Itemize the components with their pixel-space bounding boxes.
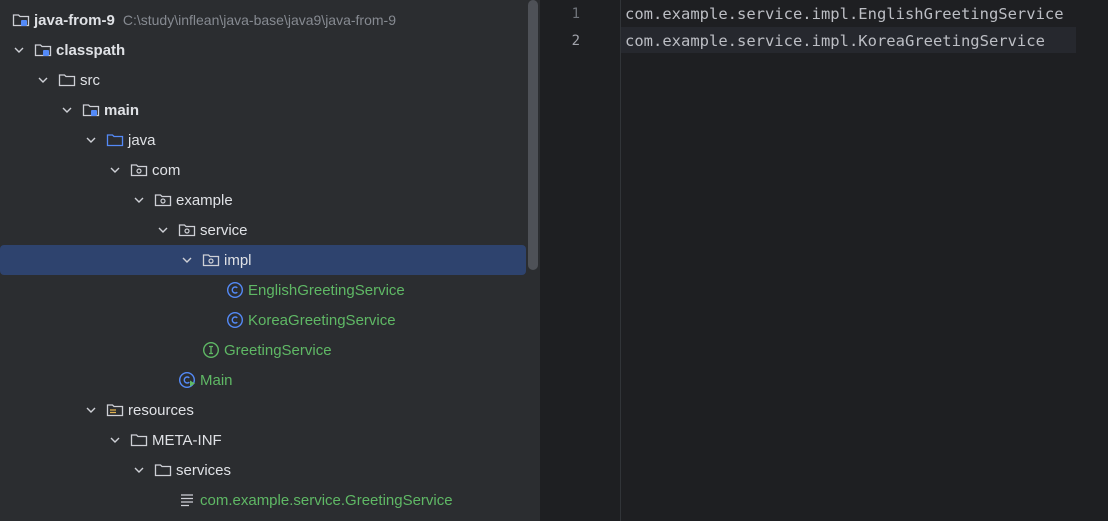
folder-icon	[130, 431, 148, 449]
package-icon	[130, 161, 148, 179]
tree-item-label: services	[176, 461, 232, 479]
tree-item-label: com	[152, 161, 181, 179]
tree-item-label: impl	[224, 251, 252, 269]
tree-item-main-class[interactable]: Main	[0, 365, 540, 395]
line-number: 1	[571, 5, 580, 22]
tree-item-label: java	[128, 131, 156, 149]
tree-item-label: com.example.service.GreetingService	[200, 491, 453, 509]
tree-scrollbar[interactable]	[528, 0, 538, 270]
tree-item-label: resources	[128, 401, 194, 419]
class-icon	[226, 311, 244, 329]
chevron-down-icon[interactable]	[36, 73, 50, 87]
gutter-divider	[620, 0, 621, 521]
chevron-down-icon[interactable]	[180, 253, 194, 267]
chevron-down-icon[interactable]	[84, 133, 98, 147]
package-icon	[178, 221, 196, 239]
code-line[interactable]: 1 com.example.service.impl.EnglishGreeti…	[540, 0, 1064, 27]
chevron-down-icon[interactable]	[60, 103, 74, 117]
tree-item-main[interactable]: main	[0, 95, 540, 125]
source-root-folder-icon	[106, 131, 124, 149]
tree-item-meta-inf[interactable]: META-INF	[0, 425, 540, 455]
chevron-down-icon[interactable]	[132, 463, 146, 477]
tree-item-english-greeting-service[interactable]: EnglishGreetingService	[0, 275, 540, 305]
tree-item-project-root[interactable]: java-from-9 C:\study\inflean\java-base\j…	[0, 5, 526, 35]
chevron-down-icon[interactable]	[156, 223, 170, 237]
text-file-icon	[178, 491, 196, 509]
tree-item-label: META-INF	[152, 431, 222, 449]
module-folder-icon	[34, 41, 52, 59]
tree-item-label: src	[80, 71, 100, 89]
tree-item-example[interactable]: example	[0, 185, 540, 215]
chevron-down-icon[interactable]	[132, 193, 146, 207]
module-folder-icon	[12, 11, 30, 29]
tree-item-resources[interactable]: resources	[0, 395, 540, 425]
folder-icon	[58, 71, 76, 89]
module-folder-icon	[82, 101, 100, 119]
chevron-down-icon[interactable]	[108, 163, 122, 177]
folder-icon	[154, 461, 172, 479]
tree-item-label: classpath	[56, 41, 126, 59]
class-icon	[226, 281, 244, 299]
tree-item-label: EnglishGreetingService	[248, 281, 405, 299]
tree-item-label: example	[176, 191, 233, 209]
interface-icon	[202, 341, 220, 359]
editor-panel[interactable]: 1 com.example.service.impl.EnglishGreeti…	[540, 0, 1108, 521]
tree-item-service[interactable]: service	[0, 215, 540, 245]
project-tree-panel: java-from-9 C:\study\inflean\java-base\j…	[0, 0, 540, 521]
tree-item-src[interactable]: src	[0, 65, 540, 95]
runnable-class-icon	[178, 371, 196, 389]
line-number: 2	[571, 32, 580, 49]
tree-item-label: GreetingService	[224, 341, 332, 359]
tree-item-java[interactable]: java	[0, 125, 540, 155]
tree-item-service-file[interactable]: com.example.service.GreetingService	[0, 485, 540, 515]
tree-item-label: Main	[200, 371, 233, 389]
tree-item-label: service	[200, 221, 248, 239]
tree-item-label: KoreaGreetingService	[248, 311, 396, 329]
tree-item-impl[interactable]: impl	[0, 245, 526, 275]
chevron-down-icon[interactable]	[84, 403, 98, 417]
tree-item-label: main	[104, 101, 140, 119]
tree-item-com[interactable]: com	[0, 155, 540, 185]
code-text[interactable]: com.example.service.impl.KoreaGreetingSe…	[625, 32, 1045, 50]
chevron-down-icon[interactable]	[108, 433, 122, 447]
project-name: java-from-9	[34, 11, 115, 29]
code-text[interactable]: com.example.service.impl.EnglishGreeting…	[625, 5, 1064, 23]
project-path: C:\study\inflean\java-base\java9\java-fr…	[122, 12, 396, 28]
tree-item-classpath[interactable]: classpath	[0, 35, 538, 65]
chevron-down-icon[interactable]	[12, 43, 26, 57]
resources-folder-icon	[106, 401, 124, 419]
tree-item-services[interactable]: services	[0, 455, 540, 485]
code-line[interactable]: 2 com.example.service.impl.KoreaGreeting…	[540, 27, 1045, 54]
package-icon	[154, 191, 172, 209]
package-icon	[202, 251, 220, 269]
tree-item-greeting-service[interactable]: GreetingService	[0, 335, 540, 365]
tree-item-korea-greeting-service[interactable]: KoreaGreetingService	[0, 305, 540, 335]
